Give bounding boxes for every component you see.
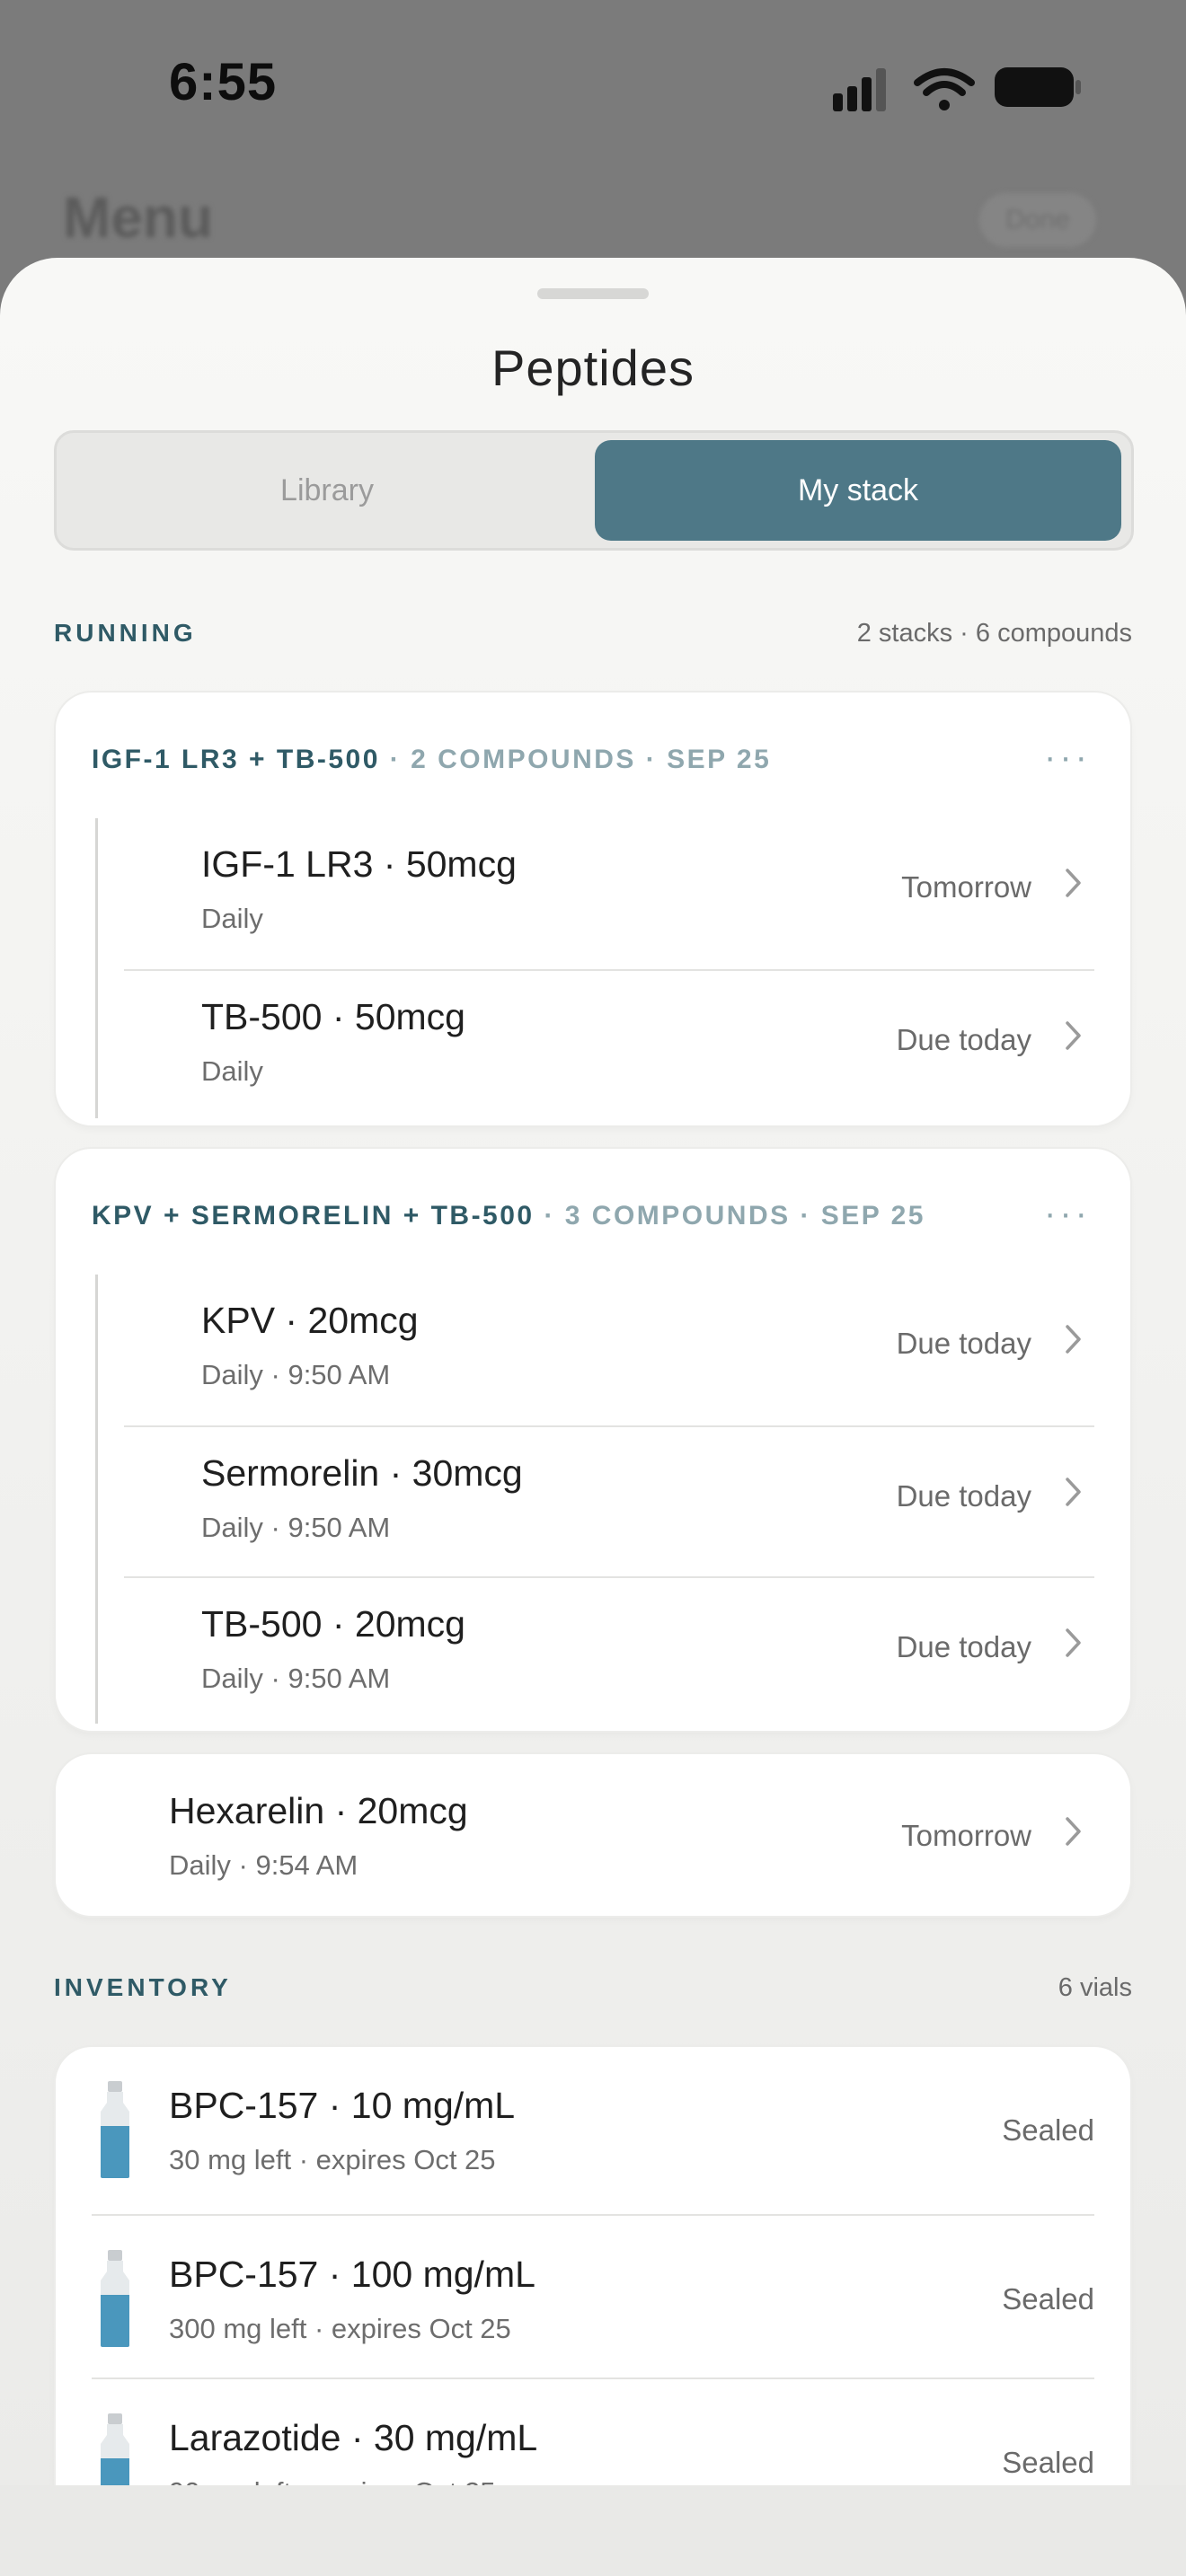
background-done-button: Done	[979, 193, 1096, 247]
vial-status: Sealed	[1002, 2446, 1094, 2479]
bottom-safe-area	[0, 2485, 1186, 2576]
peptides-sheet: Peptides Library My stack RUNNING 2 stac…	[0, 258, 1186, 2485]
stack-card: IGF-1 LR3 + TB-500 · 2 COMPOUNDS · SEP 2…	[56, 693, 1130, 1125]
stack-header: KPV + SERMORELIN + TB-500 · 3 COMPOUNDS …	[92, 1201, 925, 1231]
compound-status: Due today	[896, 1630, 1031, 1663]
compound-status: Due today	[896, 1023, 1031, 1056]
stack-meta: · 2 COMPOUNDS · SEP 25	[379, 745, 772, 774]
inventory-section-meta: 6 vials	[1058, 1973, 1132, 2002]
compound-row[interactable]: IGF-1 LR3 · 50mcg Daily Tomorrow	[124, 818, 1094, 969]
stack-connector-line	[95, 1275, 98, 1724]
stack-header: IGF-1 LR3 + TB-500 · 2 COMPOUNDS · SEP 2…	[92, 745, 771, 775]
compound-row[interactable]: KPV · 20mcg Daily · 9:50 AM Due today	[124, 1275, 1094, 1425]
compound-schedule: Daily · 9:50 AM	[201, 1359, 391, 1390]
segmented-control: Library My stack	[54, 430, 1134, 551]
chevron-right-icon	[1066, 1628, 1081, 1657]
compound-row[interactable]: TB-500 · 20mcg Daily · 9:50 AM Due today	[124, 1576, 1094, 1729]
background-title: Menu	[63, 185, 214, 250]
compound-title: Sermorelin · 30mcg	[201, 1452, 523, 1494]
stack-name: KPV + SERMORELIN + TB-500	[92, 1201, 535, 1231]
vial-status: Sealed	[1002, 2282, 1094, 2316]
vial-title: BPC-157 · 100 mg/mL	[169, 2254, 535, 2295]
compound-title: IGF-1 LR3 · 50mcg	[201, 843, 517, 885]
chevron-right-icon	[1066, 869, 1081, 897]
vial-title: Larazotide · 30 mg/mL	[169, 2417, 538, 2458]
compound-status: Tomorrow	[901, 870, 1031, 904]
wifi-icon	[914, 68, 975, 110]
more-dots-icon[interactable]: ···	[1044, 1194, 1091, 1234]
compound-schedule: Daily · 9:54 AM	[169, 1849, 358, 1881]
compound-title: KPV · 20mcg	[201, 1300, 419, 1341]
segment-my-stack[interactable]: My stack	[595, 440, 1121, 541]
running-section-meta: 2 stacks · 6 compounds	[856, 619, 1132, 648]
chevron-right-icon	[1066, 1478, 1081, 1506]
compound-schedule: Daily	[201, 1055, 263, 1087]
compound-schedule: Daily	[201, 903, 263, 934]
vial-row[interactable]: BPC-157 · 100 mg/mL 300 mg left · expire…	[92, 2214, 1094, 2378]
stack-card: KPV + SERMORELIN + TB-500 · 3 COMPOUNDS …	[56, 1149, 1130, 1731]
compound-row[interactable]: Sermorelin · 30mcg Daily · 9:50 AM Due t…	[124, 1425, 1094, 1578]
vial-row[interactable]: BPC-157 · 10 mg/mL 30 mg left · expires …	[56, 2047, 1130, 2209]
compound-schedule: Daily · 9:50 AM	[201, 1663, 391, 1694]
compound-status: Tomorrow	[901, 1819, 1031, 1852]
vial-icon	[101, 2413, 129, 2485]
vial-title: BPC-157 · 10 mg/mL	[169, 2085, 516, 2126]
status-icons	[833, 67, 1081, 111]
chevron-right-icon	[1066, 1325, 1081, 1354]
more-dots-icon[interactable]: ···	[1044, 737, 1091, 778]
vial-row[interactable]: Larazotide · 30 mg/mL 90 mg left · expir…	[92, 2378, 1094, 2485]
single-compound-card: Hexarelin · 20mcg Daily · 9:54 AM Tomorr…	[56, 1754, 1130, 1916]
compound-row[interactable]: TB-500 · 50mcg Daily Due today	[124, 969, 1094, 1122]
stack-meta: · 3 COMPOUNDS · SEP 25	[534, 1201, 925, 1231]
vial-detail: 90 mg left · expires Oct 25	[169, 2476, 496, 2485]
cellular-signal-icon	[833, 68, 886, 111]
vial-status: Sealed	[1002, 2113, 1094, 2147]
chevron-right-icon	[1066, 1817, 1081, 1846]
compound-row[interactable]: Hexarelin · 20mcg Daily · 9:54 AM Tomorr…	[56, 1754, 1130, 1916]
compound-title: Hexarelin · 20mcg	[169, 1790, 468, 1831]
vial-detail: 30 mg left · expires Oct 25	[169, 2144, 496, 2175]
battery-icon	[995, 67, 1081, 107]
chevron-right-icon	[1066, 1021, 1081, 1050]
compound-title: TB-500 · 50mcg	[201, 996, 465, 1037]
stack-name: IGF-1 LR3 + TB-500	[92, 745, 380, 774]
compound-status: Due today	[896, 1479, 1031, 1513]
stack-connector-line	[95, 818, 98, 1118]
compound-schedule: Daily · 9:50 AM	[201, 1512, 391, 1543]
running-section-label: RUNNING	[54, 619, 197, 647]
compound-title: TB-500 · 20mcg	[201, 1603, 465, 1645]
sheet-title: Peptides	[491, 340, 695, 396]
inventory-section-label: INVENTORY	[54, 1973, 232, 2001]
status-time: 6:55	[169, 53, 278, 111]
sheet-grabber[interactable]	[537, 288, 649, 299]
segment-library[interactable]: Library	[64, 440, 590, 541]
vial-detail: 300 mg left · expires Oct 25	[169, 2313, 511, 2344]
compound-status: Due today	[896, 1327, 1031, 1360]
vial-icon	[101, 2081, 129, 2178]
vial-icon	[101, 2250, 129, 2347]
inventory-card: BPC-157 · 10 mg/mL 30 mg left · expires …	[56, 2047, 1130, 2485]
